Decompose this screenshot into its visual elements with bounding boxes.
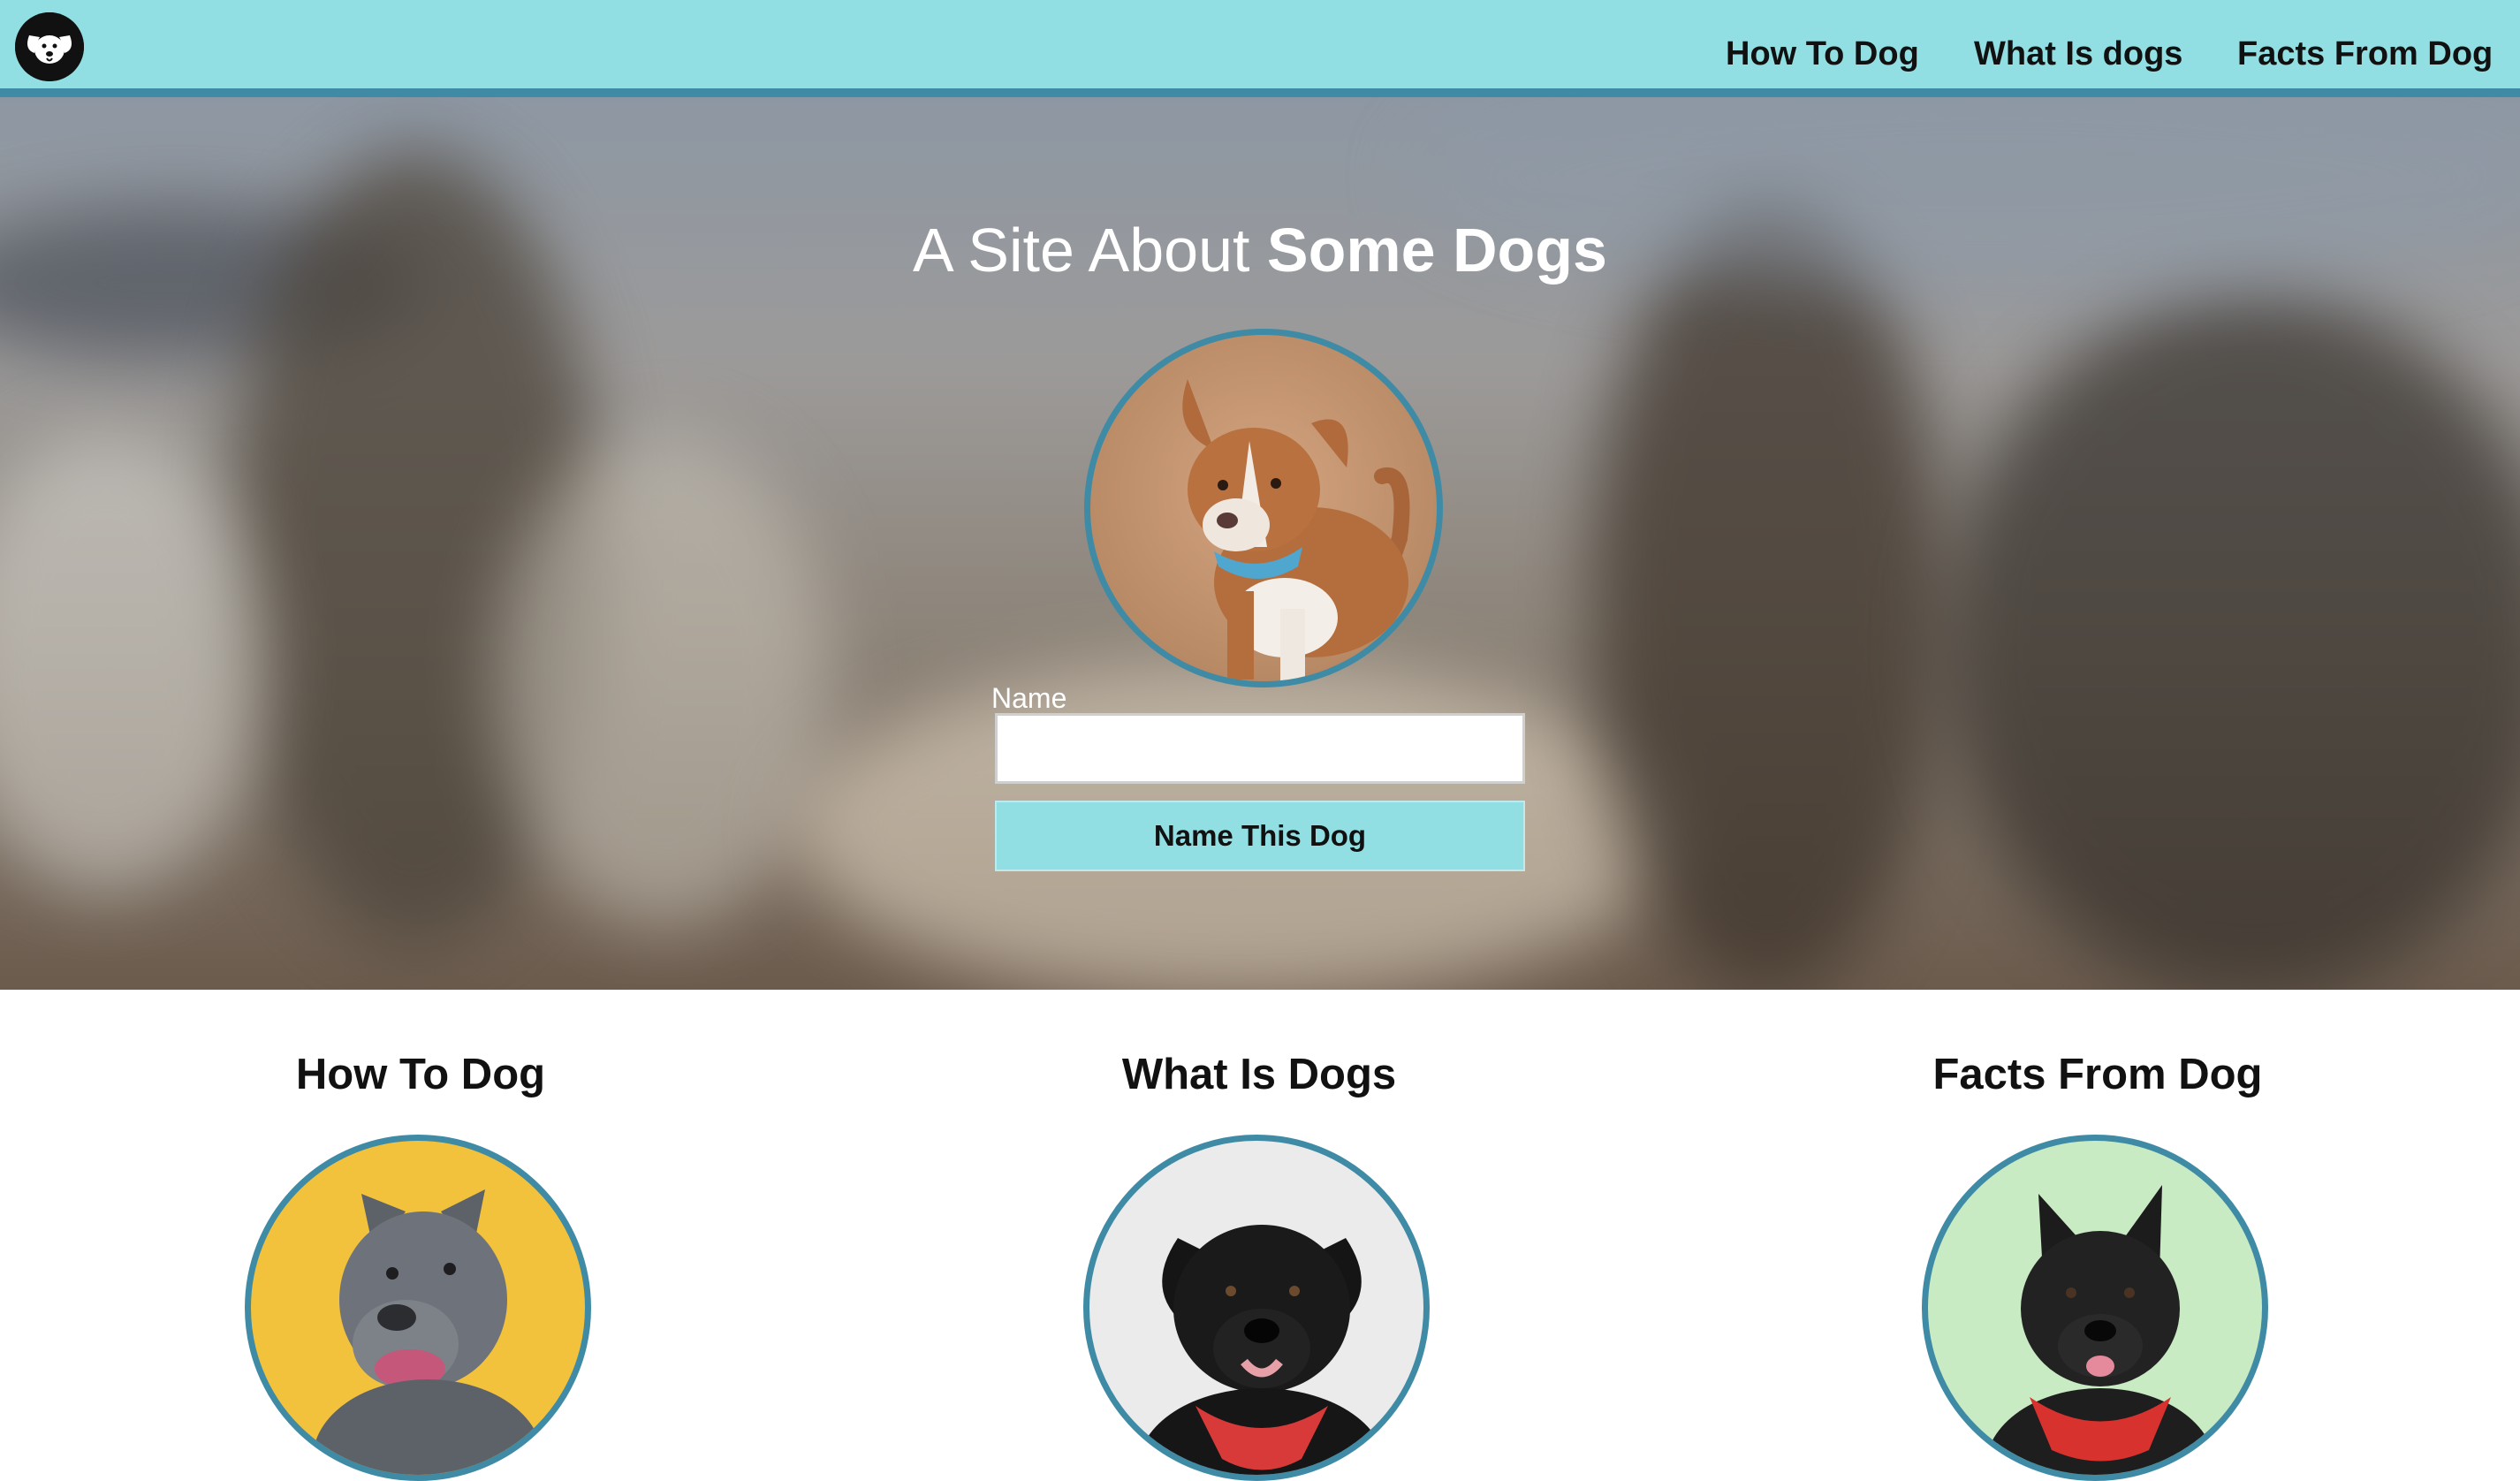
gray-dog-photo [313,1189,543,1475]
card-image-how-to-dog[interactable] [245,1135,591,1481]
hero-title-light: A Site About [913,216,1267,285]
top-navbar: How To Dog What Is dogs Facts From Dog [0,0,2520,97]
black-dog-photo [1138,1225,1385,1475]
card-image-facts-from-dog[interactable] [1922,1135,2268,1481]
hero-title: A Site About Some Dogs [0,219,2520,281]
tan-dog-photo [1182,379,1410,681]
hero-section: A Site About Some Dogs Name Name This Do… [0,97,2520,990]
nav-link-facts-from-dog[interactable]: Facts From Dog [2237,37,2493,71]
site-logo[interactable] [15,12,84,81]
hero-dog-portrait [1084,329,1443,687]
nav-link-what-is-dogs[interactable]: What Is dogs [1974,37,2182,71]
dog-face-icon [15,12,84,81]
nav-link-how-to-dog[interactable]: How To Dog [1726,37,1919,71]
card-title-how-to-dog: How To Dog [295,1051,546,1098]
name-label: Name [991,682,1067,714]
card-title-facts-from-dog: Facts From Dog [1932,1051,2263,1098]
black-frenchie-photo [1985,1185,2215,1475]
card-title-what-is-dogs: What Is Dogs [1121,1051,1397,1098]
name-this-dog-button[interactable]: Name This Dog [995,801,1525,871]
card-image-what-is-dogs[interactable] [1083,1135,1430,1481]
hero-title-bold: Some Dogs [1266,216,1607,285]
name-input[interactable] [995,713,1525,784]
